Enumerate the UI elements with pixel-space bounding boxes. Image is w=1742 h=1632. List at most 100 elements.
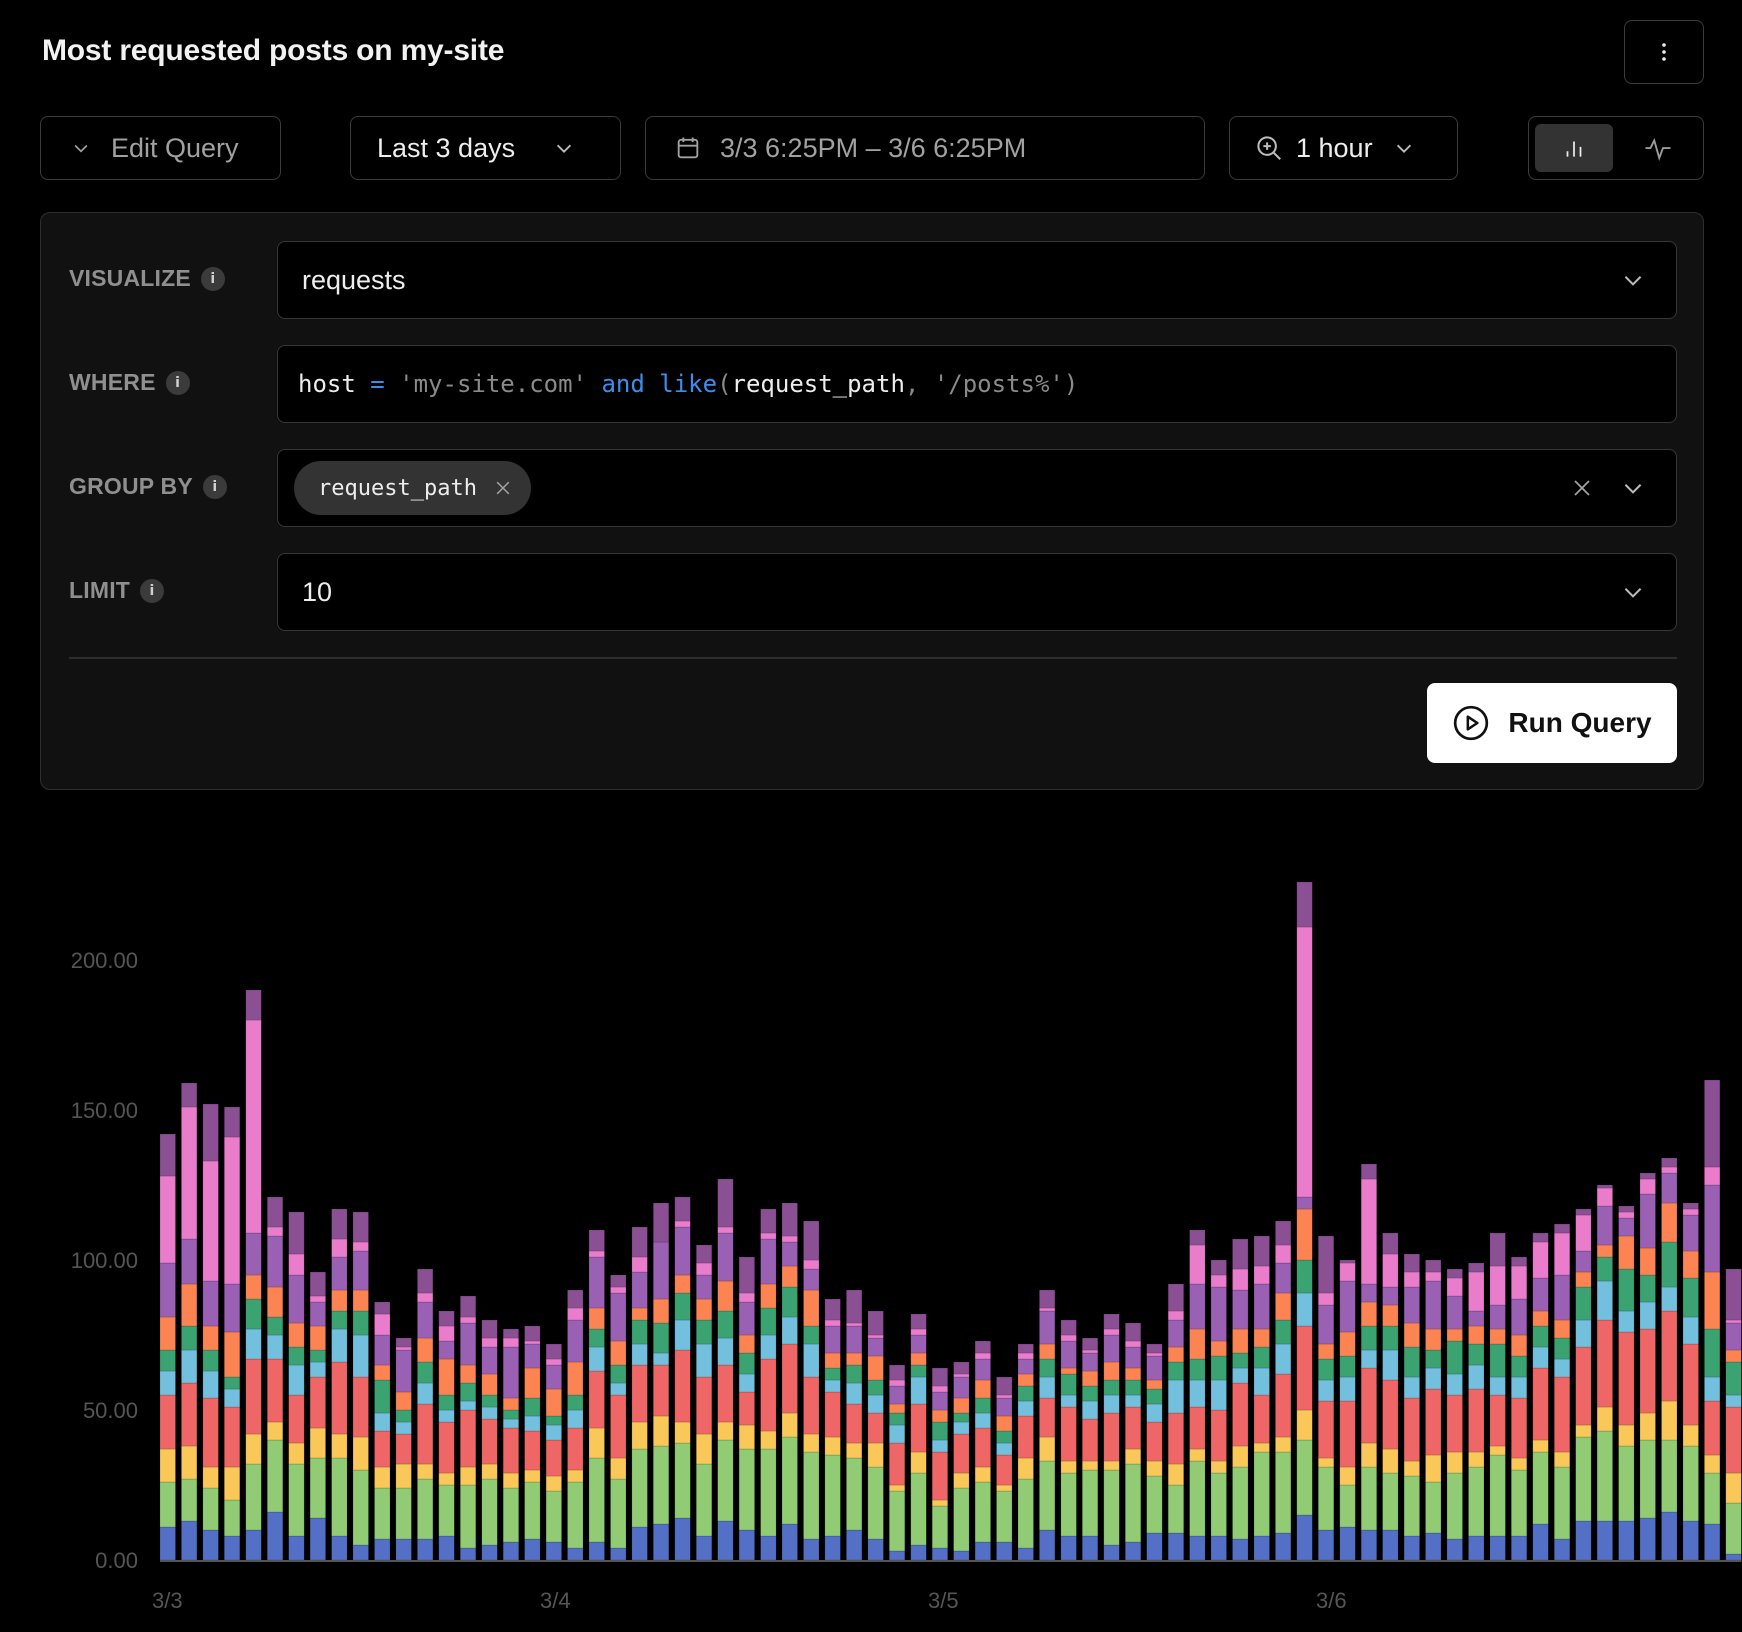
bar-segment-series-1[interactable]	[1682, 1520, 1699, 1561]
bar-segment-series-10[interactable]	[1596, 1184, 1613, 1189]
bar-segment-series-4[interactable]	[910, 1403, 927, 1453]
bar-segment-series-3[interactable]	[996, 1484, 1013, 1492]
bar-segment-series-5[interactable]	[717, 1337, 734, 1366]
bar-segment-series-8[interactable]	[524, 1343, 541, 1369]
bar-segment-series-5[interactable]	[803, 1343, 820, 1378]
bar-segment-series-10[interactable]	[674, 1196, 691, 1222]
bar-segment-series-5[interactable]	[1468, 1364, 1485, 1390]
bar-segment-series-3[interactable]	[888, 1484, 906, 1492]
bar-stack[interactable]	[1017, 1343, 1034, 1561]
bar-segment-series-8[interactable]	[1167, 1319, 1184, 1348]
bar-segment-series-3[interactable]	[953, 1472, 970, 1489]
bar-segment-series-4[interactable]	[631, 1364, 648, 1423]
bar-segment-series-6[interactable]	[181, 1325, 198, 1351]
bar-stack[interactable]	[1403, 1253, 1420, 1561]
bar-segment-series-10[interactable]	[588, 1229, 605, 1252]
bar-segment-series-6[interactable]	[1489, 1343, 1506, 1378]
run-query-button[interactable]: Run Query	[1427, 683, 1677, 763]
bar-segment-series-4[interactable]	[1017, 1415, 1034, 1459]
bar-segment-series-9[interactable]	[1210, 1274, 1227, 1288]
bar-segment-series-7[interactable]	[760, 1283, 777, 1309]
bar-segment-series-7[interactable]	[224, 1331, 241, 1378]
bar-segment-series-10[interactable]	[717, 1178, 734, 1228]
bar-segment-series-5[interactable]	[1575, 1319, 1592, 1348]
bar-segment-series-7[interactable]	[288, 1322, 305, 1348]
bar-segment-series-7[interactable]	[803, 1289, 820, 1327]
bar-segment-series-7[interactable]	[1489, 1328, 1506, 1345]
bar-segment-series-10[interactable]	[1253, 1235, 1270, 1267]
bar-segment-series-3[interactable]	[1532, 1439, 1549, 1453]
bar-segment-series-2[interactable]	[374, 1487, 391, 1540]
bar-segment-series-5[interactable]	[1532, 1346, 1549, 1369]
bar-segment-series-7[interactable]	[1167, 1346, 1184, 1363]
bar-segment-series-2[interactable]	[1082, 1469, 1099, 1537]
bar-segment-series-1[interactable]	[996, 1541, 1013, 1561]
bar-segment-series-8[interactable]	[1596, 1205, 1613, 1246]
bar-segment-series-6[interactable]	[1618, 1268, 1635, 1312]
bar-stack[interactable]	[953, 1361, 970, 1561]
bar-segment-series-6[interactable]	[438, 1394, 455, 1411]
bar-segment-series-3[interactable]	[1232, 1445, 1249, 1468]
bar-segment-series-7[interactable]	[610, 1340, 627, 1366]
bar-segment-series-8[interactable]	[1446, 1295, 1463, 1330]
bar-segment-series-8[interactable]	[974, 1358, 991, 1381]
bar-segment-series-7[interactable]	[996, 1415, 1013, 1432]
bar-segment-series-1[interactable]	[1189, 1535, 1206, 1561]
bar-segment-series-7[interactable]	[159, 1316, 176, 1351]
bar-segment-series-5[interactable]	[524, 1415, 541, 1432]
bar-stack[interactable]	[610, 1274, 627, 1561]
bar-segment-series-6[interactable]	[524, 1397, 541, 1417]
bar-segment-series-5[interactable]	[1253, 1367, 1270, 1396]
bar-segment-series-4[interactable]	[1618, 1331, 1635, 1426]
bar-segment-series-3[interactable]	[1210, 1460, 1227, 1474]
bar-segment-series-1[interactable]	[846, 1529, 863, 1561]
bar-segment-series-3[interactable]	[1167, 1463, 1184, 1486]
bar-segment-series-1[interactable]	[417, 1538, 434, 1561]
bar-segment-series-8[interactable]	[1189, 1283, 1206, 1330]
bar-segment-series-1[interactable]	[1446, 1538, 1463, 1561]
bar-segment-series-4[interactable]	[181, 1382, 198, 1447]
bar-stack[interactable]	[738, 1256, 755, 1561]
bar-segment-series-4[interactable]	[438, 1421, 455, 1474]
bar-segment-series-5[interactable]	[1554, 1358, 1571, 1378]
bar-segment-series-1[interactable]	[159, 1526, 176, 1561]
bar-segment-series-10[interactable]	[1082, 1337, 1099, 1351]
bar-segment-series-7[interactable]	[974, 1379, 991, 1399]
bar-segment-series-10[interactable]	[1468, 1262, 1485, 1273]
bar-stack[interactable]	[374, 1301, 391, 1561]
bar-segment-series-1[interactable]	[1554, 1538, 1571, 1561]
bar-stack[interactable]	[652, 1202, 670, 1561]
bar-segment-series-2[interactable]	[438, 1484, 455, 1537]
bar-segment-series-10[interactable]	[1425, 1259, 1442, 1273]
line-chart-toggle[interactable]	[1619, 124, 1697, 172]
bar-segment-series-5[interactable]	[1704, 1376, 1721, 1402]
bar-segment-series-4[interactable]	[1446, 1394, 1463, 1453]
bar-segment-series-9[interactable]	[181, 1106, 198, 1240]
bar-segment-series-2[interactable]	[1575, 1436, 1592, 1522]
group-by-select[interactable]: request_path	[277, 449, 1677, 527]
bar-segment-series-10[interactable]	[1318, 1235, 1335, 1294]
bar-segment-series-6[interactable]	[1725, 1361, 1742, 1396]
bar-segment-series-8[interactable]	[331, 1256, 348, 1291]
bar-segment-series-6[interactable]	[910, 1364, 927, 1378]
bar-segment-series-10[interactable]	[1210, 1259, 1227, 1276]
bar-segment-series-8[interactable]	[1275, 1262, 1292, 1294]
bar-segment-series-4[interactable]	[1232, 1382, 1249, 1447]
bar-stack[interactable]	[1575, 1208, 1592, 1561]
bar-segment-series-8[interactable]	[1639, 1193, 1656, 1249]
bar-stack[interactable]	[1618, 1205, 1635, 1561]
bar-segment-series-1[interactable]	[588, 1541, 605, 1561]
bar-segment-series-9[interactable]	[224, 1136, 241, 1285]
bar-segment-series-6[interactable]	[1125, 1379, 1142, 1396]
bar-segment-series-5[interactable]	[245, 1328, 262, 1360]
bar-segment-series-4[interactable]	[459, 1409, 477, 1468]
bar-segment-series-10[interactable]	[631, 1226, 648, 1258]
bar-segment-series-10[interactable]	[867, 1310, 884, 1336]
bar-stack[interactable]	[846, 1289, 863, 1561]
bar-segment-series-8[interactable]	[1146, 1355, 1163, 1381]
bar-segment-series-2[interactable]	[1511, 1469, 1528, 1537]
bar-segment-series-5[interactable]	[1167, 1379, 1184, 1414]
bar-stack[interactable]	[567, 1289, 584, 1561]
bar-segment-series-10[interactable]	[1682, 1202, 1699, 1210]
bar-segment-series-6[interactable]	[1639, 1274, 1656, 1303]
